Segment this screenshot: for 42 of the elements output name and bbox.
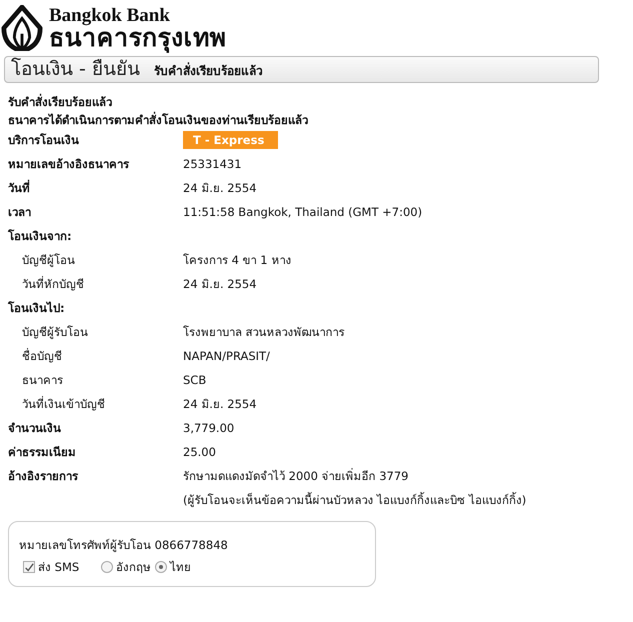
radio-label: ไทย [170,559,192,576]
field-value: 24 มิ.ย. 2554 [183,276,257,293]
field-value: 3,779.00 [183,420,234,437]
field-label: วันที่เงินเข้าบัญชี [21,395,106,413]
page-subtitle: รับคำสั่งเรียบร้อยแล้ว [154,61,263,80]
section-label: โอนเงินไป: [8,300,66,317]
service-badge: T - Express [183,131,278,149]
field-label: บัญชีผู้รับโอน [21,324,89,341]
bank-name-english: Bangkok Bank [49,6,171,25]
field-label: บริการโอนเงิน [8,132,80,149]
sms-checkbox[interactable] [23,561,35,573]
status-message: ธนาคารได้ดำเนินการตามคำสั่งโอนเงินของท่านเรียบร้อยแล้ว [8,111,309,129]
field-label: อ้างอิงรายการ [8,468,80,485]
field-label: วันที่ [8,179,31,197]
field-value: (ผู้รับโอนจะเห็นข้อความนี้ผ่านบัวหลวง ไอแบงก์กิ้งและบิซ ไอแบงก์กิ้ง) [183,491,526,509]
field-value: 25.00 [183,444,216,461]
field-label: วันที่หักบัญชี [21,275,85,293]
field-label: ค่าธรรมเนียม [8,444,77,461]
field-value: โรงพยาบาล สวนหลวงพัฒนาการ [183,324,345,341]
lotus-leaf-logo-icon [1,5,43,51]
page-title: โอนเงิน - ยืนยัน [11,57,140,82]
field-value: โครงการ 4 ขา 1 หาง [183,252,292,269]
field-value: SCB [183,372,206,389]
field-value: 24 มิ.ย. 2554 [183,396,257,413]
field-value: 11:51:58 Bangkok, Thailand (GMT +7:00) [183,204,422,221]
field-value: รักษามดแดงมัดจำไว้ 2000 จ่ายเพิ่มอีก 3779 [183,467,408,485]
field-label: บัญชีผู้โอน [21,252,76,269]
radio-label: อังกฤษ [116,559,152,576]
field-label: จำนวนเงิน [8,420,62,437]
checkbox-label: ส่ง SMS [38,559,80,576]
field-label: เวลา [8,204,32,221]
status-title: รับคำสั่งเรียบร้อยแล้ว [8,93,113,111]
field-label: หมายเลขอ้างอิงธนาคาร [8,156,130,173]
field-label: ธนาคาร [21,372,64,389]
field-value: NAPAN/PRASIT/ [183,348,270,365]
field-label: ชื่อบัญชี [21,347,63,365]
language-radio[interactable] [101,561,114,573]
field-value: 25331431 [183,156,242,173]
field-value: 24 มิ.ย. 2554 [183,180,257,197]
section-label: โอนเงินจาก: [8,228,73,245]
language-radio[interactable] [155,561,168,573]
recipient-phone-text: หมายเลขโทรศัพท์ผู้รับโอน 0866778848 [19,537,229,554]
